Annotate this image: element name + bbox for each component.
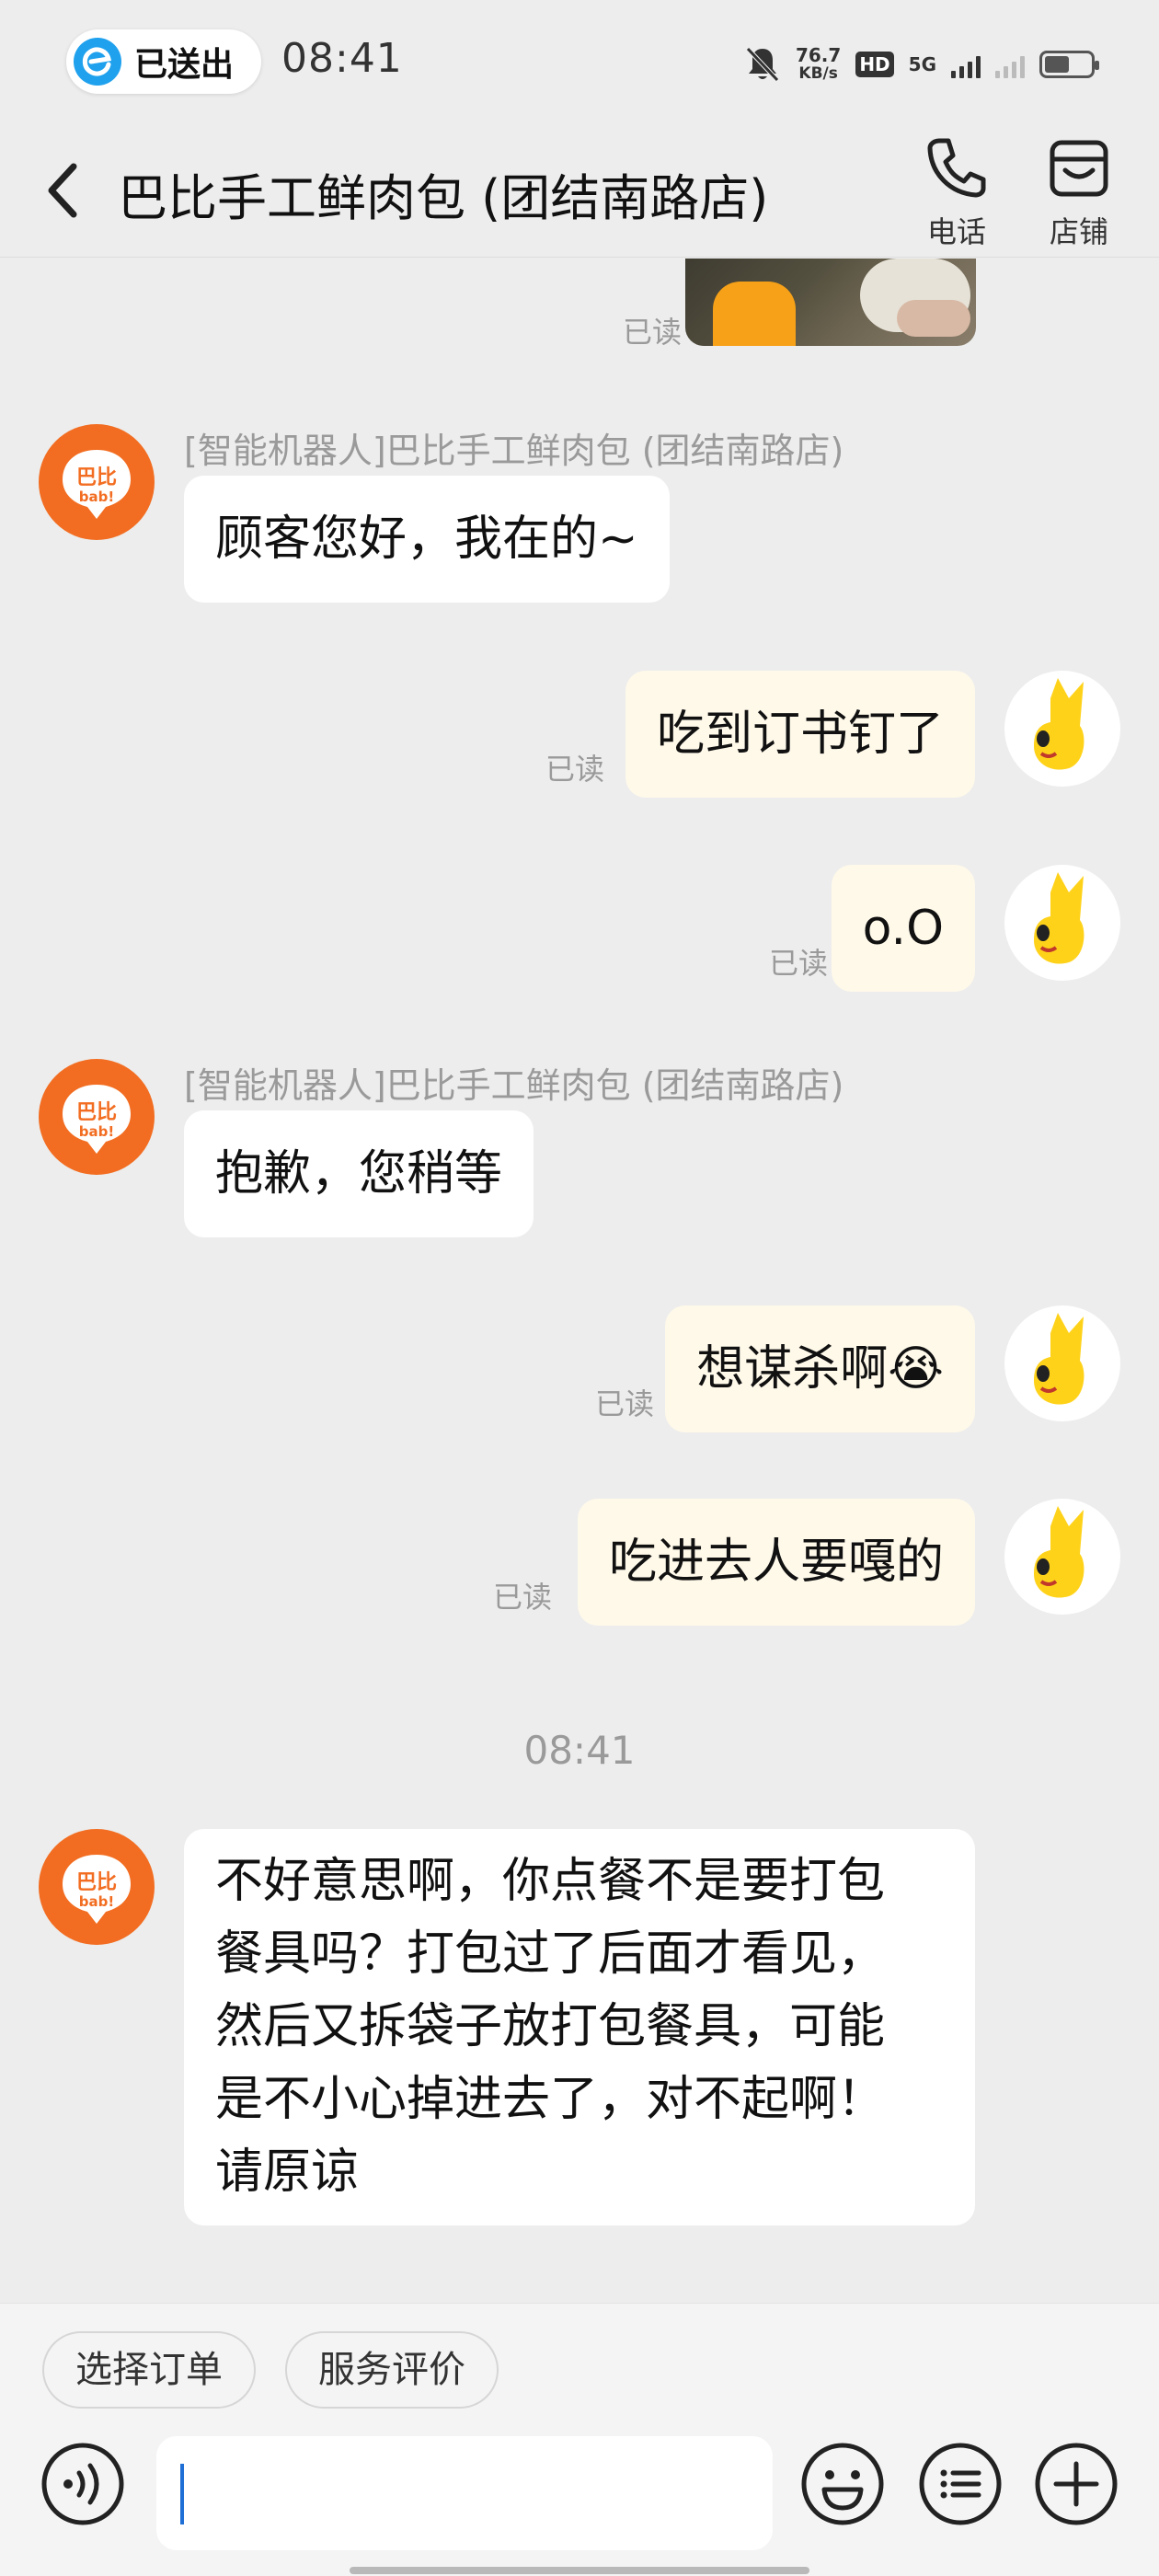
incoming-message[interactable]: 不好意思啊，你点餐不是要打包 餐具吗？打包过了后面才看见， 然后又拆袋子放打包餐… [184, 1829, 975, 2225]
read-status: 已读 [493, 1580, 553, 1615]
user-avatar[interactable] [1004, 671, 1120, 787]
emoji-icon [801, 2443, 884, 2525]
status-bar: 已送出 08:41 76.7 KB/s HD 5G [0, 0, 1159, 124]
user-avatar-icon [1034, 1506, 1084, 1598]
image-message[interactable] [685, 259, 976, 346]
back-button[interactable] [37, 154, 92, 227]
svg-text:巴比: 巴比 [76, 1101, 117, 1124]
phone-icon [927, 138, 986, 198]
signal-strength-icon [951, 51, 981, 78]
bot-avatar[interactable]: 巴比 bab! [39, 424, 155, 540]
message-line: 然后又拆袋子放打包餐具，可能 [215, 1999, 886, 2054]
incoming-message[interactable]: 顾客您好，我在的~ [184, 476, 670, 603]
svg-text:巴比: 巴比 [76, 466, 117, 489]
user-avatar-icon [1034, 872, 1084, 964]
bot-avatar[interactable]: 巴比 bab! [39, 1829, 155, 1945]
incoming-message[interactable]: 抱歉，您稍等 [184, 1110, 534, 1237]
mute-bell-icon [746, 47, 779, 82]
svg-text:bab!: bab! [79, 1893, 114, 1910]
svg-text:bab!: bab! [79, 1123, 114, 1140]
e-logo-icon [74, 38, 121, 86]
message-line: 餐具吗？打包过了后面才看见， [215, 1926, 886, 1982]
signal-5g-label: 5G [908, 53, 936, 75]
sent-indicator-pill[interactable]: 已送出 [66, 29, 261, 94]
emoji-button[interactable] [798, 2440, 887, 2528]
read-status: 已读 [623, 315, 683, 350]
back-icon [48, 163, 77, 218]
babi-logo-icon: 巴比 bab! [63, 1855, 131, 1924]
home-indicator[interactable] [350, 2567, 809, 2574]
store-icon [1050, 140, 1108, 197]
plus-icon [1035, 2443, 1118, 2525]
message-line: 不好意思啊，你点餐不是要打包 [215, 1854, 886, 1909]
store-button[interactable]: 店铺 [1028, 133, 1130, 253]
net-speed: 76.7 KB/s [796, 46, 841, 83]
voice-icon [41, 2443, 124, 2525]
message-line: 请原谅 [215, 2145, 360, 2200]
select-order-chip[interactable]: 选择订单 [42, 2331, 256, 2409]
message-input[interactable] [156, 2436, 773, 2550]
user-avatar[interactable] [1004, 1305, 1120, 1421]
more-button[interactable] [1032, 2440, 1120, 2528]
message-line: 是不小心掉进去了，对不起啊！ [215, 2072, 886, 2127]
svg-text:bab!: bab! [79, 489, 114, 505]
input-area: 选择订单 服务评价 [0, 2303, 1159, 2576]
phone-button[interactable]: 电话 [906, 133, 1007, 253]
net-speed-unit: KB/s [798, 64, 838, 83]
bot-avatar[interactable]: 巴比 bab! [39, 1059, 155, 1175]
sent-label: 已送出 [134, 46, 235, 84]
svg-text:巴比: 巴比 [76, 1871, 117, 1894]
net-speed-value: 76.7 [795, 44, 842, 66]
user-avatar[interactable] [1004, 865, 1120, 981]
outgoing-message[interactable]: 吃进去人要嘎的 [577, 1499, 975, 1626]
outgoing-message[interactable]: 吃到订书钉了 [625, 671, 975, 798]
voice-button[interactable] [39, 2440, 127, 2528]
outgoing-message[interactable]: o.O [831, 865, 975, 992]
status-time: 08:41 [281, 35, 403, 82]
quick-reply-button[interactable] [916, 2440, 1004, 2528]
signal-strength-2-icon [995, 51, 1025, 78]
read-status: 已读 [545, 752, 605, 787]
chat-header: 巴比手工鲜肉包 (团结南路店) 电话 店铺 [0, 124, 1159, 258]
read-status: 已读 [595, 1386, 655, 1421]
read-status: 已读 [769, 946, 829, 981]
text-caret [180, 2464, 184, 2524]
phone-label: 电话 [926, 214, 986, 249]
chat-messages[interactable]: 已读 巴比 bab! [智能机器人]巴比手工鲜肉包 (团结南路店) 顾客您好，我… [0, 259, 1159, 2303]
chat-title: 巴比手工鲜肉包 (团结南路店) [118, 169, 769, 227]
user-avatar-icon [1034, 1313, 1084, 1405]
message-timestamp: 08:41 [523, 1728, 636, 1773]
bot-name: [智能机器人]巴比手工鲜肉包 (团结南路店) [184, 431, 844, 471]
hd-badge: HD [855, 52, 894, 77]
bot-name: [智能机器人]巴比手工鲜肉包 (团结南路店) [184, 1065, 844, 1106]
babi-logo-icon: 巴比 bab! [63, 1085, 131, 1154]
babi-logo-icon: 巴比 bab! [63, 450, 131, 519]
user-avatar-icon [1034, 678, 1084, 770]
battery-icon [1039, 51, 1099, 78]
status-icons: 76.7 KB/s HD 5G [744, 37, 1099, 92]
store-label: 店铺 [1049, 214, 1108, 249]
service-review-chip[interactable]: 服务评价 [285, 2331, 499, 2409]
outgoing-message[interactable]: 想谋杀啊😭 [665, 1305, 975, 1432]
quick-reply-icon [919, 2443, 1002, 2525]
user-avatar[interactable] [1004, 1499, 1120, 1615]
